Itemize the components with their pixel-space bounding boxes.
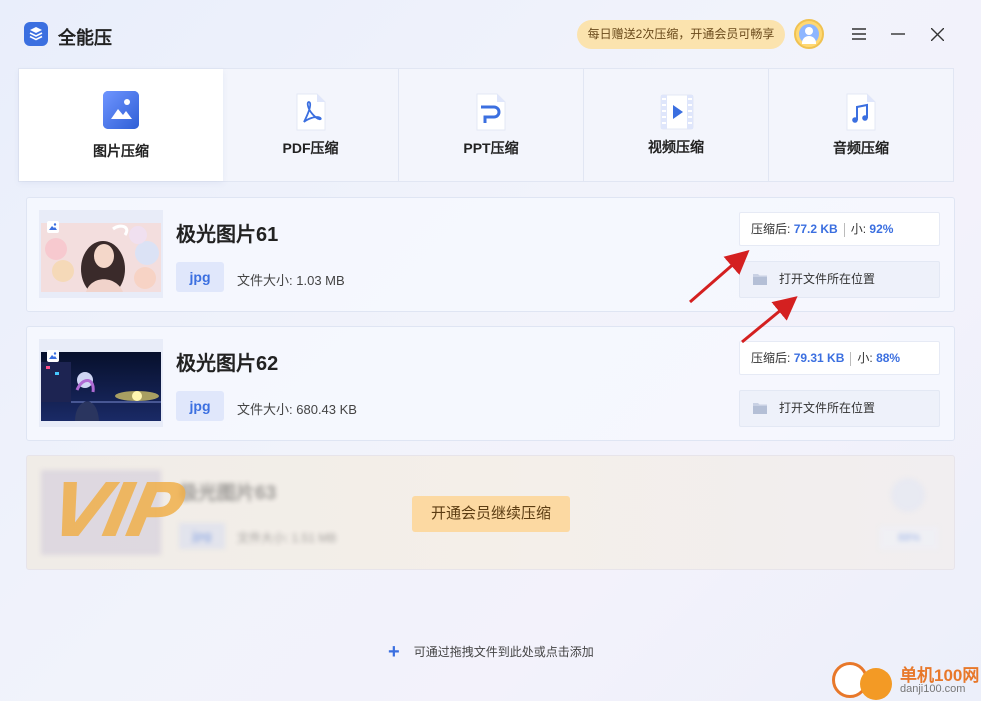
reduction-ratio: 88% xyxy=(876,351,901,365)
menu-icon[interactable] xyxy=(849,24,869,44)
tab-ppt-compress[interactable]: PPT压缩 xyxy=(399,69,584,181)
photo-thumbnail-1 xyxy=(41,223,161,292)
add-files-area[interactable]: + 可通过拖拽文件到此处或点击添加 xyxy=(388,640,594,663)
file-type-badge: jpg xyxy=(176,262,224,292)
plus-icon: + xyxy=(388,640,400,663)
tab-label: PPT压缩 xyxy=(463,140,519,156)
close-icon[interactable] xyxy=(927,24,947,44)
app-title: 全能压 xyxy=(58,28,112,48)
tab-pdf-compress[interactable]: PDF压缩 xyxy=(223,69,399,181)
folder-icon xyxy=(753,274,767,285)
video-icon xyxy=(659,93,694,133)
compression-result: 压缩后: 79.31 KB 小: 88% xyxy=(739,341,940,375)
locked-file-card: 极光图片63 jpg 文件大小: 1.51 MB 88% VIP 开通会员继续压… xyxy=(26,455,955,570)
tab-image-compress[interactable]: 图片压缩 xyxy=(19,69,223,181)
image-type-badge-icon xyxy=(47,350,59,362)
app-logo-icon xyxy=(24,22,48,46)
pdf-icon xyxy=(294,92,328,132)
compressed-size: 79.31 KB xyxy=(793,351,845,365)
file-name: 极光图片62 xyxy=(176,353,279,375)
image-type-badge-icon xyxy=(47,221,59,233)
user-avatar[interactable] xyxy=(794,19,824,49)
folder-icon xyxy=(753,403,767,414)
tab-label: 图片压缩 xyxy=(93,143,149,159)
tab-label: 视频压缩 xyxy=(648,139,704,155)
locked-file-size: 文件大小: 1.51 MB xyxy=(237,531,337,545)
minimize-icon[interactable] xyxy=(888,24,908,44)
locked-file-type: jpg xyxy=(179,523,225,549)
file-name: 极光图片61 xyxy=(176,224,279,246)
locked-file-name: 极光图片63 xyxy=(179,483,277,504)
upgrade-vip-button[interactable]: 开通会员继续压缩 xyxy=(412,496,570,532)
promo-banner[interactable]: 每日赠送2次压缩，开通会员可畅享 xyxy=(577,20,785,49)
open-folder-button[interactable]: 打开文件所在位置 xyxy=(739,390,940,427)
file-thumbnail xyxy=(39,210,163,298)
tab-label: 音频压缩 xyxy=(833,140,889,156)
compressed-size: 77.2 KB xyxy=(793,222,838,236)
tab-video-compress[interactable]: 视频压缩 xyxy=(584,69,769,181)
reduction-ratio: 92% xyxy=(869,222,894,236)
vip-watermark: VIP xyxy=(42,468,189,554)
compression-type-tabs: 图片压缩 PDF压缩 PPT压缩 视频压缩 音频压缩 xyxy=(18,68,954,182)
file-card: 极光图片62 jpg 文件大小: 680.43 KB 压缩后: 79.31 KB… xyxy=(26,326,955,441)
site-watermark: 单机100网 danji100.com xyxy=(830,660,981,701)
add-files-hint: 可通过拖拽文件到此处或点击添加 xyxy=(413,645,594,659)
open-folder-button[interactable]: 打开文件所在位置 xyxy=(739,261,940,298)
tab-audio-compress[interactable]: 音频压缩 xyxy=(769,69,953,181)
file-type-badge: jpg xyxy=(176,391,224,421)
audio-icon xyxy=(844,92,878,132)
ppt-icon xyxy=(474,92,508,132)
watermark-url: danji100.com xyxy=(900,683,966,695)
file-card: 极光图片61 jpg 文件大小: 1.03 MB 压缩后: 77.2 KB 小: … xyxy=(26,197,955,312)
image-icon xyxy=(101,89,141,131)
file-thumbnail xyxy=(39,339,163,427)
title-bar: 全能压 每日赠送2次压缩，开通会员可畅享 xyxy=(0,0,981,68)
locked-file-ratio: 88% xyxy=(879,526,939,550)
file-size: 文件大小: 1.03 MB xyxy=(237,273,345,288)
compression-result: 压缩后: 77.2 KB 小: 92% xyxy=(739,212,940,246)
photo-thumbnail-2 xyxy=(41,352,161,421)
tab-label: PDF压缩 xyxy=(282,140,339,156)
file-size: 文件大小: 680.43 KB xyxy=(237,402,357,417)
